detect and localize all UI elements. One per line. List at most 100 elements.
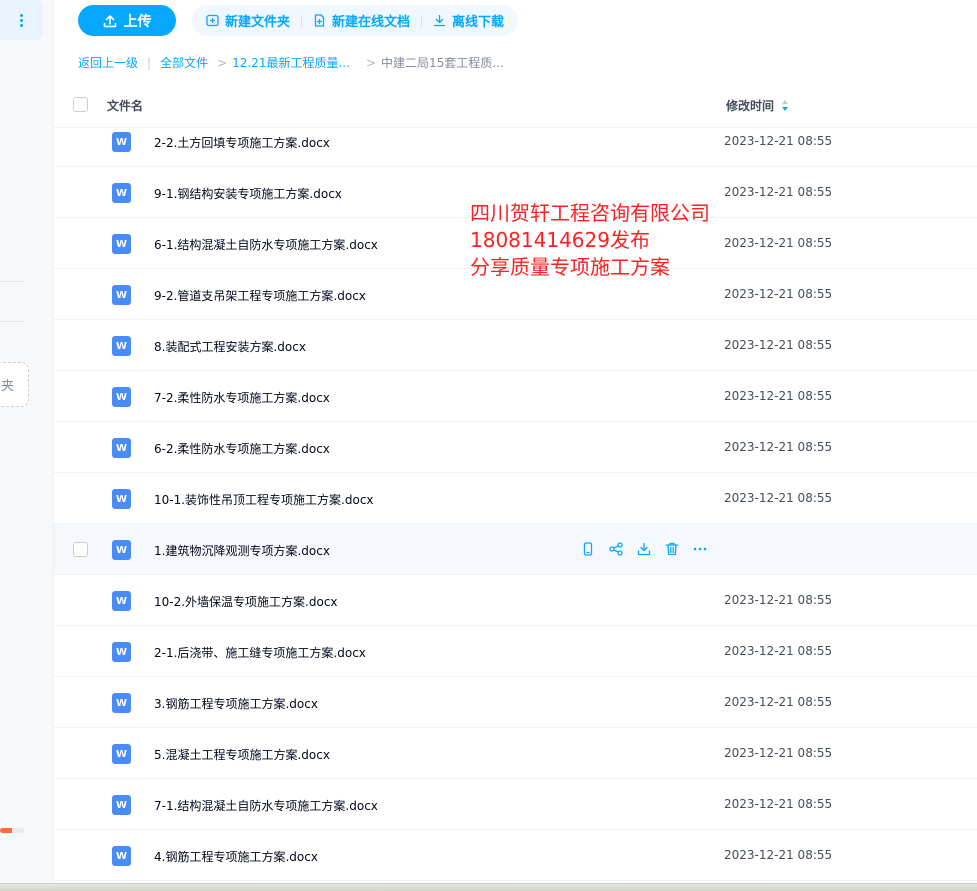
breadcrumb-divider: |	[147, 55, 152, 70]
new-online-doc-button[interactable]: 新建在线文档	[313, 11, 410, 30]
folder-plus-icon	[206, 14, 219, 27]
more-menu-button[interactable]	[0, 0, 43, 40]
file-modified-time: 2023-12-21 08:55	[724, 287, 833, 301]
watermark-line: 四川贺轩工程咨询有限公司	[470, 201, 710, 225]
new-folder-button[interactable]: 新建文件夹	[206, 11, 290, 30]
word-doc-icon: W	[112, 846, 131, 866]
word-doc-glyph: W	[115, 442, 128, 454]
file-name[interactable]: 2-2.土方回填专项施工方案.docx	[154, 134, 330, 151]
upload-button[interactable]: 上传	[78, 5, 176, 36]
word-doc-icon: W	[112, 285, 131, 305]
file-row[interactable]: W 10-1.装饰性吊顶工程专项施工方案.docx 2023-12-21 08:55	[54, 473, 977, 524]
download-icon[interactable]	[636, 541, 652, 561]
window-bottom-strip	[0, 883, 977, 891]
watermark-line: 分享质量专项施工方案	[470, 255, 670, 279]
breadcrumb-chevron-icon: >	[365, 55, 377, 70]
upload-icon	[103, 14, 116, 27]
new-folder-label: 新建文件夹	[225, 15, 291, 30]
file-row[interactable]: W 1.建筑物沉降观测专项方案.docx	[54, 524, 977, 575]
word-doc-glyph: W	[115, 748, 128, 760]
word-doc-glyph: W	[115, 340, 128, 352]
file-name[interactable]: 6-2.柔性防水专项施工方案.docx	[154, 440, 330, 457]
breadcrumb-all-files-link[interactable]: 全部文件	[160, 54, 208, 71]
file-name[interactable]: 4.钢筋工程专项施工方案.docx	[154, 848, 318, 865]
file-manager-window: 夹 上传 新建文件夹 新建在线文档 离线下载 返回上一级 | 全部文件 > 12…	[0, 0, 977, 891]
toolbar: 上传 新建文件夹 新建在线文档 离线下载	[78, 5, 519, 36]
breadcrumb: 返回上一级 | 全部文件 > 12.21最新工程质量... > 中建二局15套工…	[78, 54, 504, 71]
word-doc-icon: W	[112, 183, 131, 203]
file-name[interactable]: 1.建筑物沉降观测专项方案.docx	[154, 542, 330, 559]
toolbar-separator	[421, 14, 423, 27]
upload-button-label: 上传	[123, 13, 152, 30]
storage-quota-fill	[0, 828, 12, 833]
word-doc-icon: W	[112, 489, 131, 509]
word-doc-glyph: W	[115, 391, 128, 403]
file-name[interactable]: 5.混凝土工程专项施工方案.docx	[154, 746, 330, 763]
word-doc-glyph: W	[115, 850, 128, 862]
sort-icon[interactable]	[782, 100, 789, 111]
word-doc-icon: W	[112, 234, 131, 254]
file-name[interactable]: 6-1.结构混凝土自防水专项施工方案.docx	[154, 236, 378, 253]
file-row[interactable]: W 10-2.外墙保温专项施工方案.docx 2023-12-21 08:55	[54, 575, 977, 626]
column-header-modified-time[interactable]: 修改时间	[726, 97, 789, 114]
sidebar-divider	[0, 321, 24, 322]
file-row[interactable]: W 8.装配式工程安装方案.docx 2023-12-21 08:55	[54, 320, 977, 371]
breadcrumb-current-folder: 中建二局15套工程质...	[381, 56, 504, 70]
file-row[interactable]: W 2-2.土方回填专项施工方案.docx 2023-12-21 08:55	[54, 116, 977, 167]
file-name[interactable]: 7-2.柔性防水专项施工方案.docx	[154, 389, 330, 406]
word-doc-icon: W	[112, 693, 131, 713]
file-name[interactable]: 9-1.钢结构安装专项施工方案.docx	[154, 185, 342, 202]
more-horizontal-icon[interactable]	[692, 541, 708, 561]
word-doc-icon: W	[112, 336, 131, 356]
column-header-name[interactable]: 文件名	[107, 97, 143, 114]
file-row[interactable]: W 4.钢筋工程专项施工方案.docx 2023-12-21 08:55	[54, 830, 977, 881]
sidebar-new-folder-label: 夹	[0, 379, 14, 394]
file-row[interactable]: W 3.钢筋工程专项施工方案.docx 2023-12-21 08:55	[54, 677, 977, 728]
word-doc-icon: W	[112, 438, 131, 458]
breadcrumb-chevron-icon: >	[217, 55, 228, 70]
breadcrumb-folder-link[interactable]: 12.21最新工程质量...	[232, 54, 350, 71]
word-doc-glyph: W	[115, 136, 128, 148]
select-all-checkbox[interactable]	[73, 97, 88, 112]
trash-icon[interactable]	[664, 541, 680, 561]
file-name[interactable]: 8.装配式工程安装方案.docx	[154, 338, 306, 355]
file-row[interactable]: W 6-2.柔性防水专项施工方案.docx 2023-12-21 08:55	[54, 422, 977, 473]
sidebar: 夹	[0, 0, 54, 883]
word-doc-glyph: W	[115, 544, 128, 556]
file-row[interactable]: W 2-1.后浇带、施工缝专项施工方案.docx 2023-12-21 08:55	[54, 626, 977, 677]
file-name[interactable]: 2-1.后浇带、施工缝专项施工方案.docx	[154, 644, 366, 661]
sidebar-new-folder-button[interactable]: 夹	[0, 362, 29, 407]
file-row[interactable]: W 7-1.结构混凝土自防水专项施工方案.docx 2023-12-21 08:55	[54, 779, 977, 830]
word-doc-glyph: W	[115, 799, 128, 811]
breadcrumb-back-link[interactable]: 返回上一级	[78, 54, 138, 71]
file-name[interactable]: 10-1.装饰性吊顶工程专项施工方案.docx	[154, 491, 374, 508]
file-row[interactable]: W 5.混凝土工程专项施工方案.docx 2023-12-21 08:55	[54, 728, 977, 779]
word-doc-icon: W	[112, 540, 131, 560]
file-modified-time: 2023-12-21 08:55	[724, 236, 833, 250]
word-doc-glyph: W	[115, 238, 128, 250]
row-checkbox[interactable]	[73, 542, 88, 557]
file-modified-time: 2023-12-21 08:55	[724, 593, 833, 607]
file-name[interactable]: 10-2.外墙保温专项施工方案.docx	[154, 593, 338, 610]
file-modified-time: 2023-12-21 08:55	[724, 797, 833, 811]
phone-icon[interactable]	[580, 541, 596, 561]
file-name[interactable]: 3.钢筋工程专项施工方案.docx	[154, 695, 318, 712]
row-actions	[580, 541, 708, 561]
file-name[interactable]: 7-1.结构混凝土自防水专项施工方案.docx	[154, 797, 378, 814]
word-doc-icon: W	[112, 387, 131, 407]
file-name[interactable]: 9-2.管道支吊架工程专项施工方案.docx	[154, 287, 366, 304]
word-doc-glyph: W	[115, 493, 128, 505]
word-doc-glyph: W	[115, 595, 128, 607]
share-icon[interactable]	[608, 541, 624, 561]
word-doc-icon: W	[112, 795, 131, 815]
file-row[interactable]: W 7-2.柔性防水专项施工方案.docx 2023-12-21 08:55	[54, 371, 977, 422]
column-header-modified-time-label: 修改时间	[726, 99, 775, 113]
more-vertical-icon	[20, 18, 23, 22]
file-modified-time: 2023-12-21 08:55	[724, 695, 833, 709]
new-online-doc-label: 新建在线文档	[332, 15, 411, 30]
offline-download-button[interactable]: 离线下载	[433, 11, 504, 30]
new-doc-icon	[314, 14, 325, 27]
toolbar-actions: 新建文件夹 新建在线文档 离线下载	[192, 5, 519, 36]
word-doc-icon: W	[112, 642, 131, 662]
file-modified-time: 2023-12-21 08:55	[724, 746, 833, 760]
